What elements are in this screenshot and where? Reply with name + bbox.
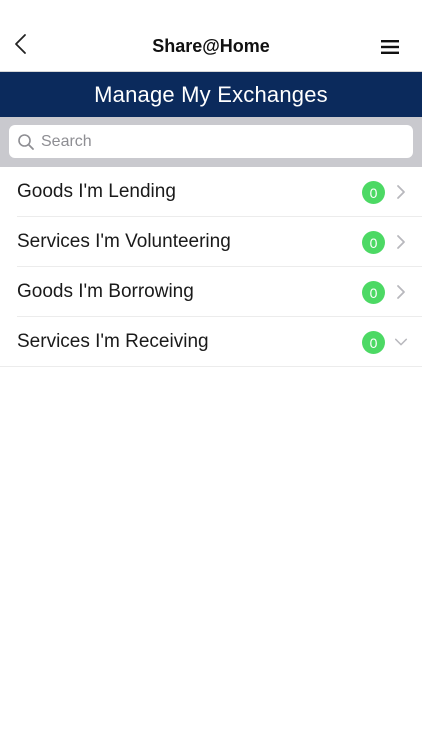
hamburger-menu-icon (380, 40, 400, 60)
list-item-goods-lending[interactable]: Goods I'm Lending 0 (17, 167, 422, 217)
count-badge: 0 (362, 231, 385, 254)
page-title: Manage My Exchanges (94, 81, 328, 107)
section-header: Manage My Exchanges (0, 72, 422, 117)
list-item-label: Services I'm Receiving (17, 331, 209, 352)
chevron-right-icon (394, 283, 408, 301)
app-title: Share@Home (152, 36, 270, 56)
count-badge: 0 (362, 281, 385, 304)
chevron-down-icon (394, 333, 408, 351)
search-field[interactable] (9, 125, 413, 158)
list-item-label: Services I'm Volunteering (17, 231, 231, 252)
search-icon (17, 133, 35, 151)
exchanges-list: Goods I'm Lending 0 Services I'm Volunte… (0, 167, 422, 367)
count-badge: 0 (362, 181, 385, 204)
list-item-services-receiving[interactable]: Services I'm Receiving 0 (0, 317, 422, 367)
count-badge: 0 (362, 331, 385, 354)
chevron-right-icon (394, 183, 408, 201)
list-item-label: Goods I'm Lending (17, 181, 176, 202)
navigation-bar: Share@Home (0, 0, 422, 72)
search-input[interactable] (41, 132, 381, 151)
chevron-right-icon (394, 233, 408, 251)
app-screen: Share@Home Manage My Exchanges Search Go… (0, 0, 422, 750)
list-item-services-volunteering[interactable]: Services I'm Volunteering 0 (17, 217, 422, 267)
menu-button[interactable] (380, 38, 400, 56)
list-item-goods-borrowing[interactable]: Goods I'm Borrowing 0 (17, 267, 422, 317)
search-bar (0, 117, 422, 167)
list-item-label: Goods I'm Borrowing (17, 281, 194, 302)
